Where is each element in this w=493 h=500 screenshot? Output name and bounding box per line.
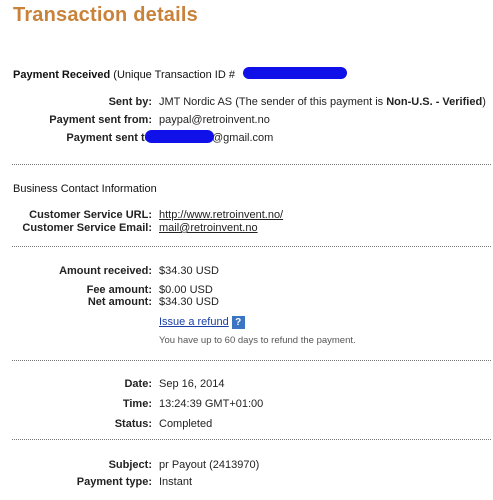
sent-to-row: Payment sent to: @gmail.com [0,131,493,145]
refund-note: You have up to 60 days to refund the pay… [159,335,356,346]
page-title: Transaction details [13,4,198,26]
status-value: Completed [159,418,213,430]
subject-row: Subject: pr Payout (2413970) [0,458,493,472]
time-label: Time: [122,398,152,410]
divider [12,246,491,247]
refund-actions: Issue a refund? [159,315,245,329]
status-label: Status: [114,418,152,430]
customer-service-url-label: Customer Service URL: [29,209,152,221]
time-value: 13:24:39 GMT+01:00 [159,398,264,410]
transaction-id-prefix: (Unique Transaction ID # [113,69,235,81]
subject-label: Subject: [108,459,152,471]
amount-received-value: $34.30 USD [159,265,219,277]
payment-type-value: Instant [159,476,193,488]
divider [12,164,491,165]
redacted-recipient-email [145,130,214,143]
sent-from-label: Payment sent from: [49,114,152,126]
payment-type-row: Payment type: Instant [0,475,493,489]
subject-value: pr Payout (2413970) [159,459,260,471]
net-amount-row: Net amount: $34.30 USD [0,295,493,309]
sent-to-value: @gmail.com [212,132,274,144]
time-row: Time: 13:24:39 GMT+01:00 [0,397,493,411]
help-icon[interactable]: ? [231,315,245,329]
sender-name: JMT Nordic AS (The sender of this paymen… [159,96,387,108]
customer-service-email-link[interactable]: mail@retroinvent.no [159,221,258,235]
amount-received-label: Amount received: [59,265,152,277]
sender-close-paren: ) [482,96,486,108]
payment-received-heading: Payment Received (Unique Transaction ID … [13,69,235,81]
net-amount-value: $34.30 USD [159,296,219,308]
sent-by-label: Sent by: [108,96,152,108]
customer-service-email-row: Customer Service Email: mail@retroinvent… [0,221,493,235]
date-label: Date: [124,378,152,390]
sent-by-row: Sent by: JMT Nordic AS (The sender of th… [0,95,493,109]
customer-service-email-label: Customer Service Email: [22,222,152,234]
business-contact-heading: Business Contact Information [13,183,157,195]
date-row: Date: Sep 16, 2014 [0,377,493,391]
issue-refund-link[interactable]: Issue a refund [159,316,229,328]
customer-service-url-row: Customer Service URL: http://www.retroin… [0,208,493,222]
refund-row: Issue a refund? [0,315,493,329]
net-amount-label: Net amount: [87,296,152,308]
amount-received-row: Amount received: $34.30 USD [0,264,493,278]
date-value: Sep 16, 2014 [159,378,225,390]
sender-verification-status: Non-U.S. - Verified [386,96,483,108]
divider [12,439,491,440]
payment-received-label: Payment Received [13,69,111,81]
customer-service-url-link[interactable]: http://www.retroinvent.no/ [159,208,283,222]
payment-type-label: Payment type: [76,476,152,488]
sent-to-label: Payment sent to: [66,132,155,144]
redacted-transaction-id [243,67,347,79]
divider [12,360,491,361]
sent-by-value: JMT Nordic AS (The sender of this paymen… [159,95,486,109]
sent-from-row: Payment sent from: paypal@retroinvent.no [0,113,493,127]
status-row: Status: Completed [0,417,493,431]
sent-from-value: paypal@retroinvent.no [159,114,270,126]
